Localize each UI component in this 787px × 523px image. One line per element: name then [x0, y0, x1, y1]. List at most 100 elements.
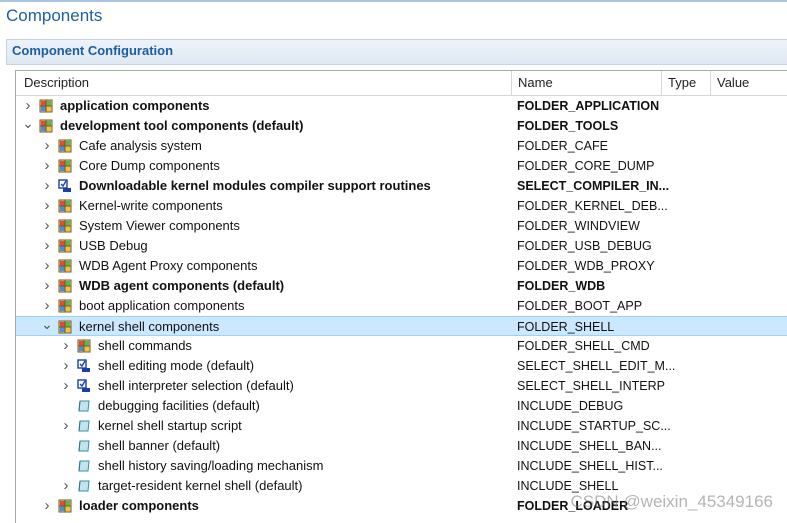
row-name: FOLDER_WDB_PROXY: [517, 259, 655, 273]
row-name: FOLDER_WINDVIEW: [517, 219, 640, 233]
tree-row[interactable]: debugging facilities (default) INCLUDE_DE…: [16, 396, 787, 416]
folder-icon: [58, 320, 72, 334]
chevron-right-icon[interactable]: ›: [41, 178, 53, 193]
component-icon: [77, 459, 91, 473]
row-description: shell banner (default): [98, 438, 221, 453]
row-description: Downloadable kernel modules compiler sup…: [79, 178, 431, 193]
tree-row[interactable]: ⌄ kernel shell components FOLDER_SHELL: [16, 316, 787, 336]
row-description: shell editing mode (default): [98, 358, 255, 373]
section-title: Component Configuration: [12, 43, 174, 58]
tree-row[interactable]: › Kernel-write components FOLDER_KERNEL_DE…: [16, 196, 787, 216]
row-description: WDB Agent Proxy components: [79, 258, 258, 273]
folder-icon: [58, 199, 72, 213]
section-header[interactable]: Component Configuration: [6, 39, 787, 65]
chevron-down-icon[interactable]: ⌄: [41, 317, 53, 331]
tree-row[interactable]: › shell interpreter selection (default) SE…: [16, 376, 787, 396]
row-name: FOLDER_APPLICATION: [517, 99, 660, 113]
row-description: System Viewer components: [79, 218, 240, 233]
component-icon: [77, 399, 91, 413]
tree-row[interactable]: › shell commands FOLDER_SHELL_CMD: [16, 336, 787, 356]
chevron-right-icon[interactable]: ›: [60, 358, 72, 373]
tree-row[interactable]: › Downloadable kernel modules compiler su…: [16, 176, 787, 196]
row-description: kernel shell components: [79, 319, 220, 334]
tree-header: Description Name Type Value: [16, 71, 787, 96]
row-description: Kernel-write components: [79, 198, 223, 213]
row-name: SELECT_COMPILER_IN...: [517, 179, 670, 193]
top-border: [0, 0, 787, 2]
row-name: SELECT_SHELL_EDIT_M...: [517, 359, 676, 373]
tree-row[interactable]: › shell editing mode (default) SELECT_SHEL…: [16, 356, 787, 376]
chevron-right-icon[interactable]: ›: [41, 218, 53, 233]
row-description: boot application components: [79, 298, 245, 313]
chevron-right-icon[interactable]: ›: [60, 478, 72, 493]
row-description: loader components: [79, 498, 199, 513]
component-tree[interactable]: Description Name Type Value › application…: [15, 70, 787, 523]
column-header-type[interactable]: Type: [661, 71, 705, 95]
row-name: INCLUDE_DEBUG: [517, 399, 624, 413]
folder-icon: [39, 119, 53, 133]
folder-icon: [58, 159, 72, 173]
chevron-right-icon[interactable]: ›: [41, 198, 53, 213]
chevron-down-icon[interactable]: ⌄: [22, 116, 34, 130]
folder-icon: [77, 339, 91, 353]
tree-row[interactable]: ⌄ development tool components (default) FO…: [16, 116, 787, 136]
tree-row[interactable]: shell history saving/loading mechanism IN…: [16, 456, 787, 476]
watermark: CSDN @weixin_45349166: [570, 492, 773, 511]
tree-row[interactable]: › WDB agent components (default) FOLDER_WD…: [16, 276, 787, 296]
row-description: application components: [60, 98, 210, 113]
chevron-right-icon[interactable]: ›: [41, 258, 53, 273]
row-description: development tool components (default): [60, 118, 304, 133]
row-name: FOLDER_TOOLS: [517, 119, 619, 133]
folder-icon: [39, 99, 53, 113]
row-description: target-resident kernel shell (default): [98, 478, 303, 493]
selection-icon: [77, 359, 91, 373]
tree-row[interactable]: › Cafe analysis system FOLDER_CAFE: [16, 136, 787, 156]
folder-icon: [58, 279, 72, 293]
chevron-right-icon[interactable]: ›: [60, 338, 72, 353]
selection-icon: [77, 379, 91, 393]
row-name: INCLUDE_STARTUP_SC...: [517, 419, 671, 433]
chevron-right-icon[interactable]: ›: [41, 158, 53, 173]
component-icon: [77, 479, 91, 493]
folder-icon: [58, 139, 72, 153]
row-name: FOLDER_SHELL_CMD: [517, 339, 650, 353]
folder-icon: [58, 499, 72, 513]
chevron-right-icon[interactable]: ›: [41, 498, 53, 513]
tree-row[interactable]: › USB Debug FOLDER_USB_DEBUG: [16, 236, 787, 256]
chevron-right-icon[interactable]: ›: [60, 418, 72, 433]
column-header-description[interactable]: Description: [24, 71, 89, 95]
column-header-value[interactable]: Value: [710, 71, 787, 95]
column-header-name[interactable]: Name: [511, 71, 661, 95]
row-description: Core Dump components: [79, 158, 220, 173]
component-icon: [77, 419, 91, 433]
row-name: FOLDER_CAFE: [517, 139, 608, 153]
row-description: debugging facilities (default): [98, 398, 260, 413]
tree-row[interactable]: › WDB Agent Proxy components FOLDER_WDB_PR…: [16, 256, 787, 276]
folder-icon: [58, 259, 72, 273]
row-name: INCLUDE_SHELL_BAN...: [517, 439, 662, 453]
row-name: FOLDER_BOOT_APP: [517, 299, 643, 313]
chevron-right-icon[interactable]: ›: [41, 298, 53, 313]
tree-row[interactable]: › Core Dump components FOLDER_CORE_DUMP: [16, 156, 787, 176]
component-icon: [77, 439, 91, 453]
chevron-right-icon[interactable]: ›: [22, 98, 34, 113]
row-description: WDB agent components (default): [79, 278, 285, 293]
folder-icon: [58, 239, 72, 253]
chevron-right-icon[interactable]: ›: [41, 278, 53, 293]
tree-row[interactable]: shell banner (default) INCLUDE_SHELL_BAN.…: [16, 436, 787, 456]
row-description: shell history saving/loading mechanism: [98, 458, 324, 473]
tree-row[interactable]: › application components FOLDER_APPLICATIO…: [16, 96, 787, 116]
row-description: USB Debug: [79, 238, 148, 253]
chevron-right-icon[interactable]: ›: [41, 138, 53, 153]
tree-row[interactable]: › boot application components FOLDER_BOOT_…: [16, 296, 787, 316]
row-name: FOLDER_KERNEL_DEB...: [517, 199, 668, 213]
row-name: INCLUDE_SHELL_HIST...: [517, 459, 663, 473]
row-name: FOLDER_SHELL: [517, 320, 615, 334]
tree-row[interactable]: › kernel shell startup script INCLUDE_STAR…: [16, 416, 787, 436]
tree-row[interactable]: › System Viewer components FOLDER_WINDVIEW: [16, 216, 787, 236]
chevron-right-icon[interactable]: ›: [60, 378, 72, 393]
row-description: Cafe analysis system: [79, 138, 202, 153]
page-title: Components: [6, 6, 103, 25]
chevron-right-icon[interactable]: ›: [41, 238, 53, 253]
row-name: SELECT_SHELL_INTERP: [517, 379, 665, 393]
